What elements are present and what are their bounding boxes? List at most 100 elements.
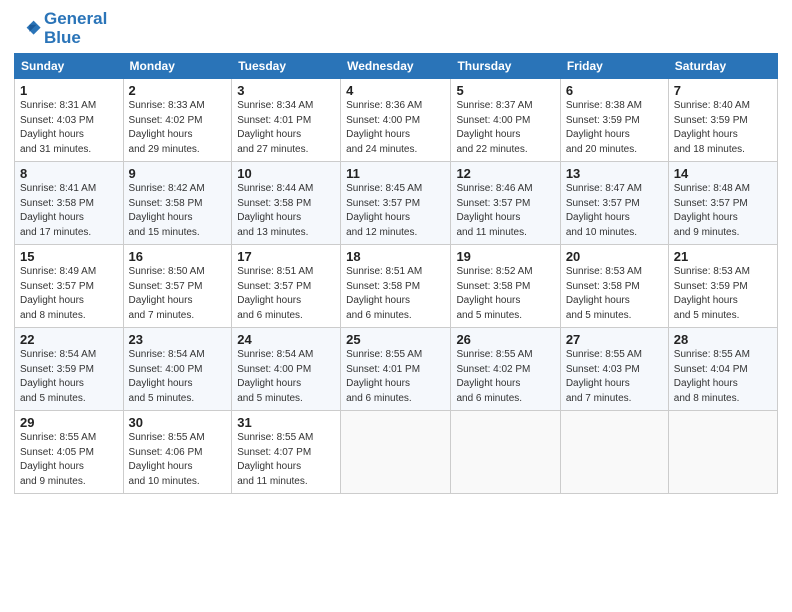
day-number: 2 [129, 83, 227, 98]
day-info: Sunrise: 8:55 AMSunset: 4:02 PMDaylight … [456, 349, 532, 404]
calendar-cell: 15 Sunrise: 8:49 AMSunset: 3:57 PMDaylig… [15, 245, 124, 328]
day-info: Sunrise: 8:53 AMSunset: 3:58 PMDaylight … [566, 266, 642, 321]
calendar-cell: 8 Sunrise: 8:41 AMSunset: 3:58 PMDayligh… [15, 162, 124, 245]
day-number: 10 [237, 166, 335, 181]
day-info: Sunrise: 8:55 AMSunset: 4:04 PMDaylight … [674, 349, 750, 404]
day-number: 4 [346, 83, 445, 98]
day-info: Sunrise: 8:54 AMSunset: 4:00 PMDaylight … [129, 349, 205, 404]
calendar-cell: 21 Sunrise: 8:53 AMSunset: 3:59 PMDaylig… [668, 245, 777, 328]
calendar-cell: 25 Sunrise: 8:55 AMSunset: 4:01 PMDaylig… [341, 328, 451, 411]
calendar-cell: 28 Sunrise: 8:55 AMSunset: 4:04 PMDaylig… [668, 328, 777, 411]
calendar-cell: 23 Sunrise: 8:54 AMSunset: 4:00 PMDaylig… [123, 328, 232, 411]
col-header-friday: Friday [560, 54, 668, 79]
calendar-cell: 30 Sunrise: 8:55 AMSunset: 4:06 PMDaylig… [123, 411, 232, 494]
logo-blue: Blue [44, 28, 81, 47]
calendar-cell: 26 Sunrise: 8:55 AMSunset: 4:02 PMDaylig… [451, 328, 560, 411]
day-number: 25 [346, 332, 445, 347]
day-info: Sunrise: 8:42 AMSunset: 3:58 PMDaylight … [129, 183, 205, 238]
day-number: 23 [129, 332, 227, 347]
day-info: Sunrise: 8:52 AMSunset: 3:58 PMDaylight … [456, 266, 532, 321]
calendar-week-2: 8 Sunrise: 8:41 AMSunset: 3:58 PMDayligh… [15, 162, 778, 245]
day-info: Sunrise: 8:33 AMSunset: 4:02 PMDaylight … [129, 100, 205, 155]
day-info: Sunrise: 8:48 AMSunset: 3:57 PMDaylight … [674, 183, 750, 238]
day-info: Sunrise: 8:54 AMSunset: 3:59 PMDaylight … [20, 349, 96, 404]
calendar-week-1: 1 Sunrise: 8:31 AMSunset: 4:03 PMDayligh… [15, 79, 778, 162]
calendar-header-row: SundayMondayTuesdayWednesdayThursdayFrid… [15, 54, 778, 79]
calendar-cell: 4 Sunrise: 8:36 AMSunset: 4:00 PMDayligh… [341, 79, 451, 162]
calendar-cell: 13 Sunrise: 8:47 AMSunset: 3:57 PMDaylig… [560, 162, 668, 245]
calendar-cell: 10 Sunrise: 8:44 AMSunset: 3:58 PMDaylig… [232, 162, 341, 245]
calendar-cell: 20 Sunrise: 8:53 AMSunset: 3:58 PMDaylig… [560, 245, 668, 328]
calendar-cell: 1 Sunrise: 8:31 AMSunset: 4:03 PMDayligh… [15, 79, 124, 162]
day-info: Sunrise: 8:50 AMSunset: 3:57 PMDaylight … [129, 266, 205, 321]
calendar-cell: 18 Sunrise: 8:51 AMSunset: 3:58 PMDaylig… [341, 245, 451, 328]
col-header-monday: Monday [123, 54, 232, 79]
day-info: Sunrise: 8:47 AMSunset: 3:57 PMDaylight … [566, 183, 642, 238]
day-number: 29 [20, 415, 118, 430]
day-info: Sunrise: 8:31 AMSunset: 4:03 PMDaylight … [20, 100, 96, 155]
day-info: Sunrise: 8:41 AMSunset: 3:58 PMDaylight … [20, 183, 96, 238]
day-number: 7 [674, 83, 772, 98]
col-header-thursday: Thursday [451, 54, 560, 79]
calendar-cell: 11 Sunrise: 8:45 AMSunset: 3:57 PMDaylig… [341, 162, 451, 245]
calendar-cell: 29 Sunrise: 8:55 AMSunset: 4:05 PMDaylig… [15, 411, 124, 494]
day-info: Sunrise: 8:40 AMSunset: 3:59 PMDaylight … [674, 100, 750, 155]
day-number: 16 [129, 249, 227, 264]
day-info: Sunrise: 8:44 AMSunset: 3:58 PMDaylight … [237, 183, 313, 238]
day-number: 30 [129, 415, 227, 430]
day-number: 3 [237, 83, 335, 98]
day-info: Sunrise: 8:55 AMSunset: 4:05 PMDaylight … [20, 432, 96, 487]
calendar-cell: 2 Sunrise: 8:33 AMSunset: 4:02 PMDayligh… [123, 79, 232, 162]
day-info: Sunrise: 8:46 AMSunset: 3:57 PMDaylight … [456, 183, 532, 238]
day-number: 18 [346, 249, 445, 264]
day-info: Sunrise: 8:38 AMSunset: 3:59 PMDaylight … [566, 100, 642, 155]
calendar-cell: 5 Sunrise: 8:37 AMSunset: 4:00 PMDayligh… [451, 79, 560, 162]
calendar-cell: 9 Sunrise: 8:42 AMSunset: 3:58 PMDayligh… [123, 162, 232, 245]
col-header-tuesday: Tuesday [232, 54, 341, 79]
calendar-cell: 31 Sunrise: 8:55 AMSunset: 4:07 PMDaylig… [232, 411, 341, 494]
header: General Blue [14, 10, 778, 47]
calendar-week-4: 22 Sunrise: 8:54 AMSunset: 3:59 PMDaylig… [15, 328, 778, 411]
col-header-saturday: Saturday [668, 54, 777, 79]
day-number: 17 [237, 249, 335, 264]
day-number: 24 [237, 332, 335, 347]
day-info: Sunrise: 8:36 AMSunset: 4:00 PMDaylight … [346, 100, 422, 155]
calendar-cell: 27 Sunrise: 8:55 AMSunset: 4:03 PMDaylig… [560, 328, 668, 411]
col-header-wednesday: Wednesday [341, 54, 451, 79]
calendar-cell [560, 411, 668, 494]
col-header-sunday: Sunday [15, 54, 124, 79]
day-number: 28 [674, 332, 772, 347]
calendar-cell: 17 Sunrise: 8:51 AMSunset: 3:57 PMDaylig… [232, 245, 341, 328]
calendar-cell: 22 Sunrise: 8:54 AMSunset: 3:59 PMDaylig… [15, 328, 124, 411]
day-number: 1 [20, 83, 118, 98]
day-number: 6 [566, 83, 663, 98]
calendar-week-5: 29 Sunrise: 8:55 AMSunset: 4:05 PMDaylig… [15, 411, 778, 494]
calendar-cell: 19 Sunrise: 8:52 AMSunset: 3:58 PMDaylig… [451, 245, 560, 328]
day-number: 31 [237, 415, 335, 430]
day-number: 9 [129, 166, 227, 181]
calendar-cell [668, 411, 777, 494]
day-number: 11 [346, 166, 445, 181]
calendar-cell: 3 Sunrise: 8:34 AMSunset: 4:01 PMDayligh… [232, 79, 341, 162]
day-number: 27 [566, 332, 663, 347]
calendar-week-3: 15 Sunrise: 8:49 AMSunset: 3:57 PMDaylig… [15, 245, 778, 328]
main-container: General Blue SundayMondayTuesdayWednesda… [0, 0, 792, 504]
day-info: Sunrise: 8:51 AMSunset: 3:57 PMDaylight … [237, 266, 313, 321]
logo: General Blue [14, 10, 107, 47]
day-number: 8 [20, 166, 118, 181]
day-number: 12 [456, 166, 554, 181]
day-info: Sunrise: 8:45 AMSunset: 3:57 PMDaylight … [346, 183, 422, 238]
day-number: 22 [20, 332, 118, 347]
calendar-cell: 24 Sunrise: 8:54 AMSunset: 4:00 PMDaylig… [232, 328, 341, 411]
day-info: Sunrise: 8:55 AMSunset: 4:06 PMDaylight … [129, 432, 205, 487]
day-info: Sunrise: 8:55 AMSunset: 4:03 PMDaylight … [566, 349, 642, 404]
day-number: 19 [456, 249, 554, 264]
day-number: 21 [674, 249, 772, 264]
day-info: Sunrise: 8:34 AMSunset: 4:01 PMDaylight … [237, 100, 313, 155]
calendar-cell: 12 Sunrise: 8:46 AMSunset: 3:57 PMDaylig… [451, 162, 560, 245]
day-info: Sunrise: 8:55 AMSunset: 4:07 PMDaylight … [237, 432, 313, 487]
calendar-cell [451, 411, 560, 494]
day-number: 13 [566, 166, 663, 181]
logo-text: General Blue [44, 10, 107, 47]
day-info: Sunrise: 8:53 AMSunset: 3:59 PMDaylight … [674, 266, 750, 321]
